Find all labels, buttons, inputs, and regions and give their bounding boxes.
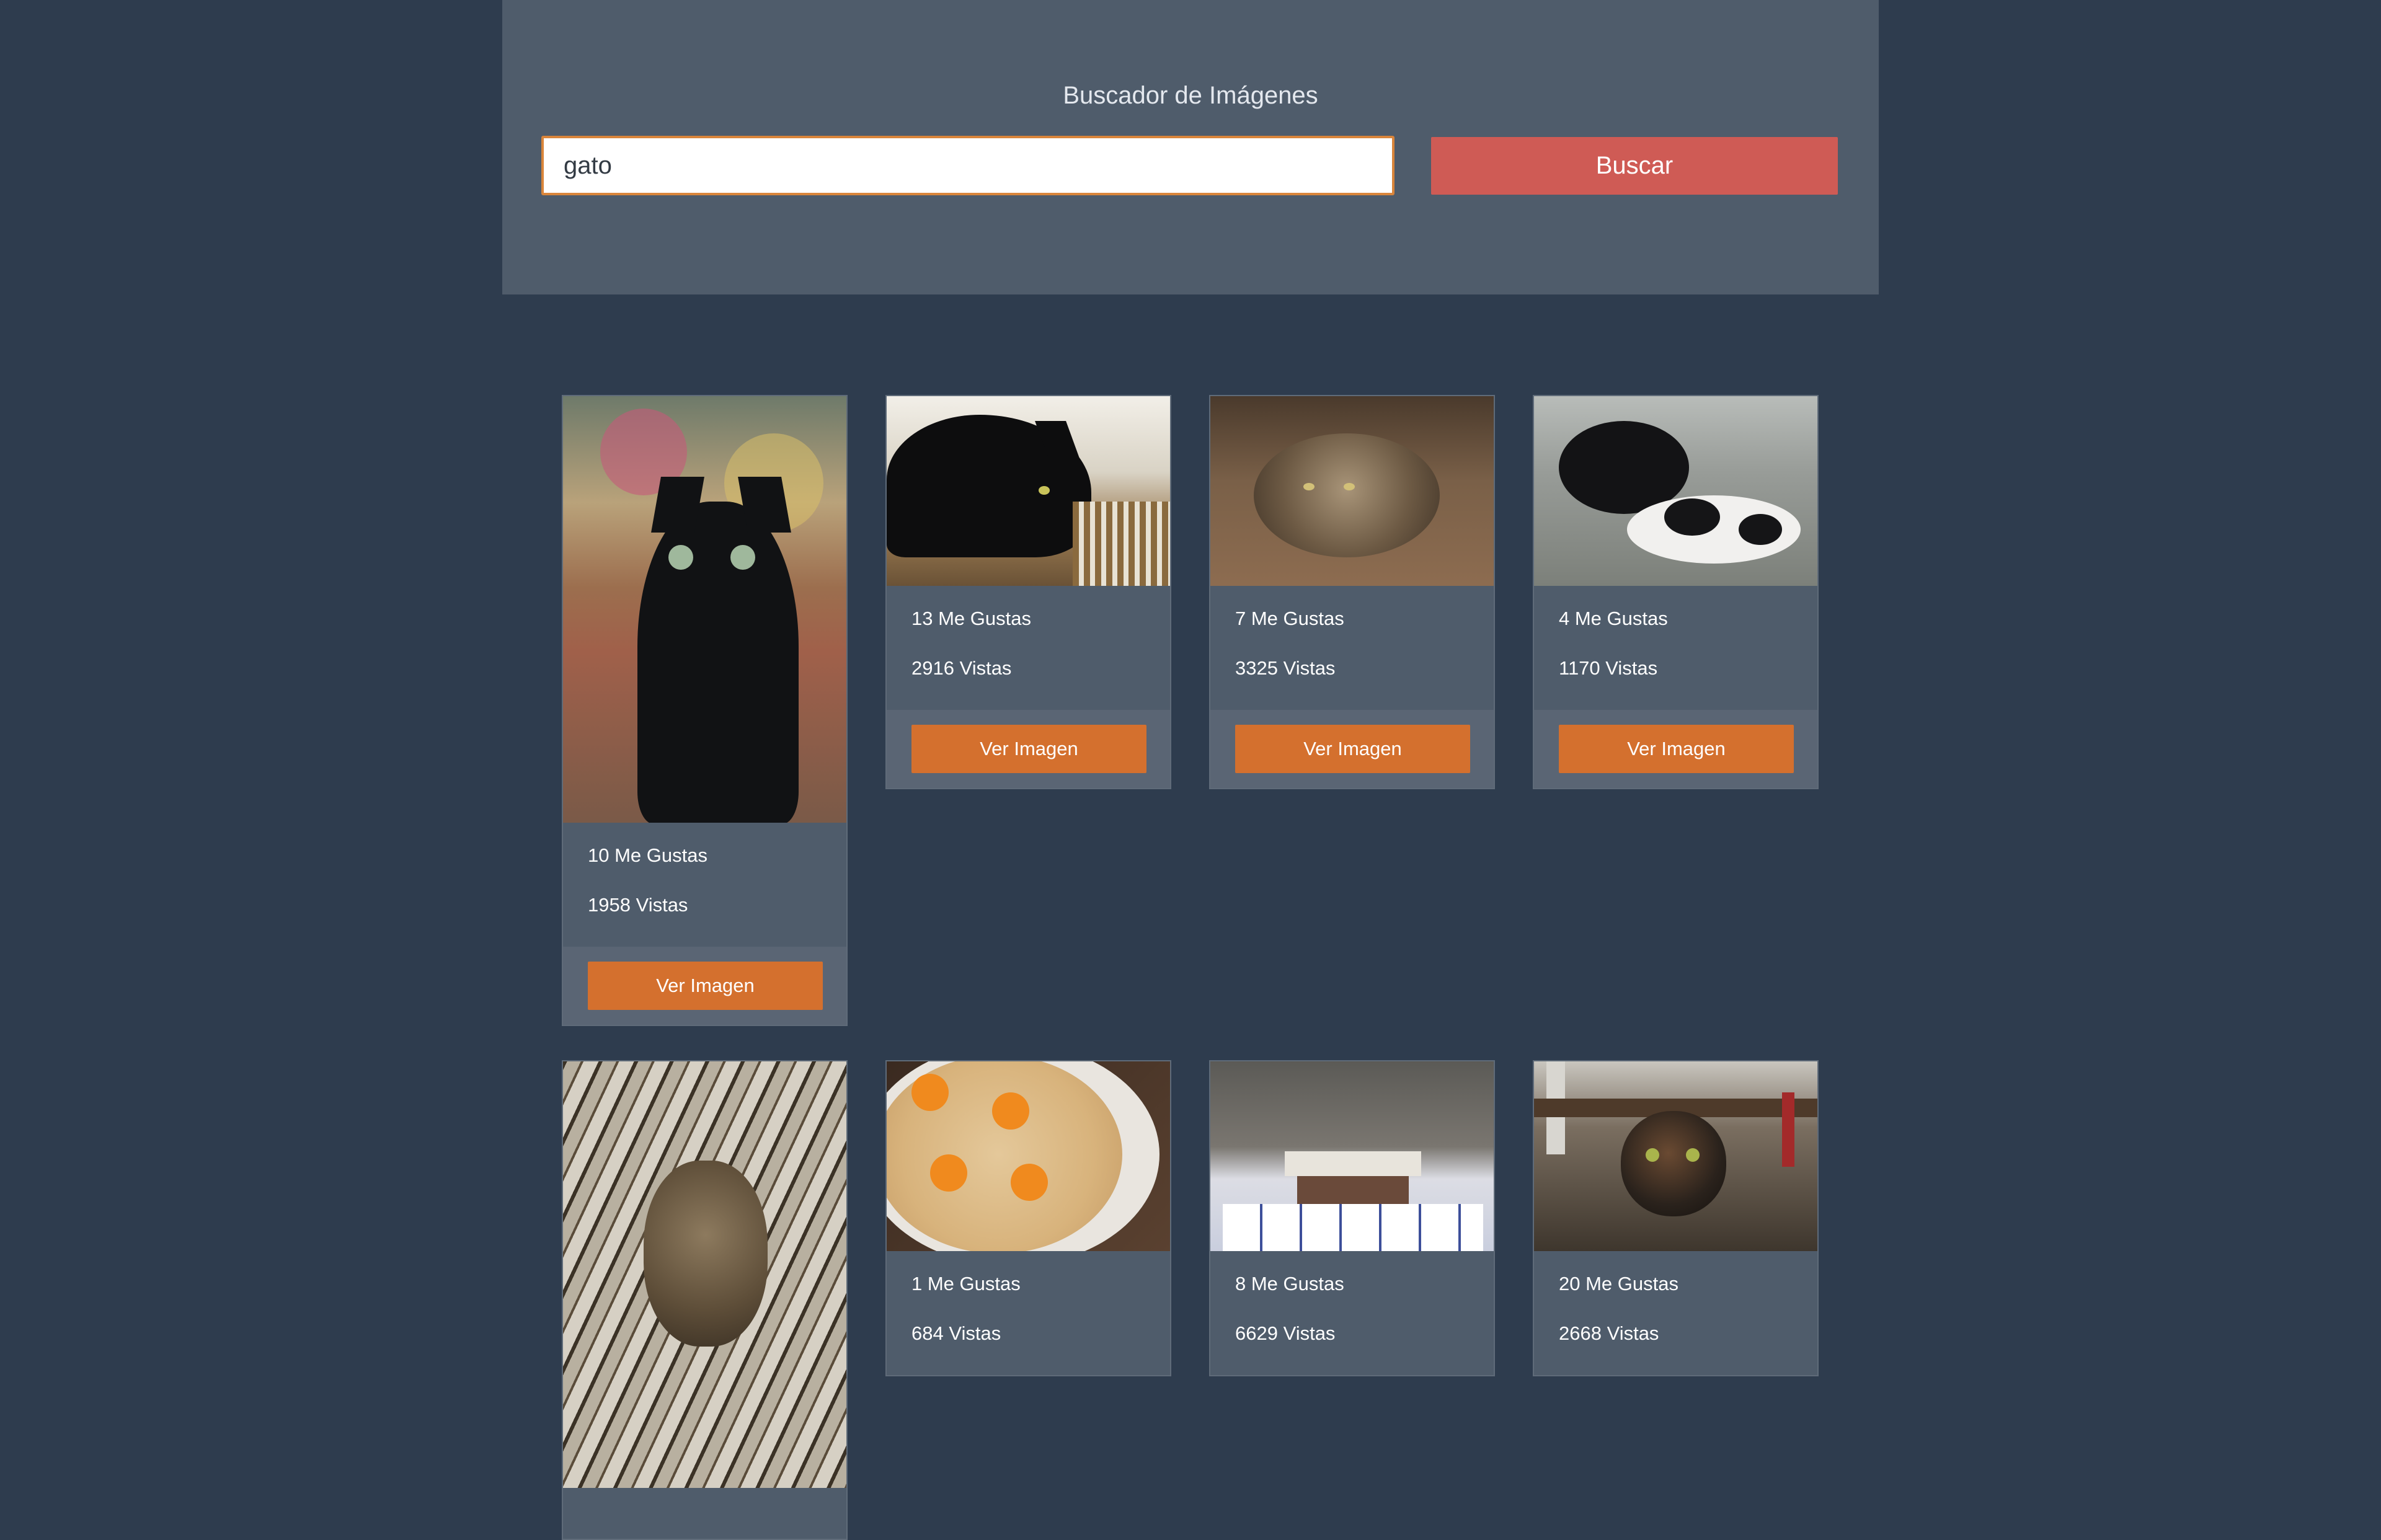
views-count: 6629 Vistas bbox=[1235, 1322, 1336, 1344]
views-count: 3325 Vistas bbox=[1235, 657, 1336, 679]
result-card: 7 Me Gustas 3325 Vistas Ver Imagen bbox=[1209, 395, 1495, 789]
cake-photo[interactable] bbox=[887, 1061, 1170, 1251]
card-footer: Ver Imagen bbox=[563, 947, 846, 1025]
result-card: 13 Me Gustas 2916 Vistas Ver Imagen bbox=[885, 395, 1171, 789]
likes-count: 8 Me Gustas bbox=[1235, 1273, 1344, 1294]
card-stats: 10 Me Gustas 1958 Vistas bbox=[563, 823, 846, 947]
view-image-button[interactable]: Ver Imagen bbox=[588, 962, 823, 1010]
likes-count: 13 Me Gustas bbox=[911, 608, 1031, 629]
kitten-photo[interactable] bbox=[1534, 1061, 1817, 1251]
cat-in-tree-photo[interactable] bbox=[563, 1061, 846, 1488]
page-title: Buscador de Imágenes bbox=[1063, 82, 1318, 109]
views-count: 684 Vistas bbox=[911, 1322, 1001, 1344]
tabby-cat-photo[interactable] bbox=[1210, 396, 1494, 586]
result-card: 4 Me Gustas 1170 Vistas Ver Imagen bbox=[1533, 395, 1819, 789]
view-image-button[interactable]: Ver Imagen bbox=[911, 725, 1146, 773]
card-stats: 1 Me Gustas 684 Vistas bbox=[887, 1251, 1170, 1375]
result-card: 1 Me Gustas 684 Vistas bbox=[885, 1060, 1171, 1376]
result-card: 20 Me Gustas 2668 Vistas bbox=[1533, 1060, 1819, 1376]
result-card bbox=[562, 1060, 848, 1540]
black-cat-photo[interactable] bbox=[563, 396, 846, 823]
search-button[interactable]: Buscar bbox=[1431, 137, 1838, 195]
card-stats: 7 Me Gustas 3325 Vistas bbox=[1210, 586, 1494, 710]
likes-count: 7 Me Gustas bbox=[1235, 608, 1344, 629]
card-stats: 8 Me Gustas 6629 Vistas bbox=[1210, 1251, 1494, 1375]
card-stats: 4 Me Gustas 1170 Vistas bbox=[1534, 586, 1817, 710]
card-footer: Ver Imagen bbox=[1534, 710, 1817, 788]
view-image-button[interactable]: Ver Imagen bbox=[1235, 725, 1470, 773]
views-count: 2668 Vistas bbox=[1559, 1322, 1659, 1344]
views-count: 2916 Vistas bbox=[911, 657, 1012, 679]
search-input[interactable] bbox=[541, 136, 1394, 195]
result-card: 10 Me Gustas 1958 Vistas Ver Imagen bbox=[562, 395, 848, 1026]
likes-count: 10 Me Gustas bbox=[588, 844, 707, 866]
table-photo[interactable] bbox=[1210, 1061, 1494, 1251]
likes-count: 20 Me Gustas bbox=[1559, 1273, 1678, 1294]
two-cats-photo[interactable] bbox=[1534, 396, 1817, 586]
card-stats bbox=[563, 1488, 846, 1539]
card-stats: 13 Me Gustas 2916 Vistas bbox=[887, 586, 1170, 710]
card-stats: 20 Me Gustas 2668 Vistas bbox=[1534, 1251, 1817, 1375]
views-count: 1958 Vistas bbox=[588, 894, 688, 916]
black-cat-photo[interactable] bbox=[887, 396, 1170, 586]
search-header: Buscador de Imágenes Buscar bbox=[502, 0, 1879, 294]
card-footer: Ver Imagen bbox=[1210, 710, 1494, 788]
result-card: 8 Me Gustas 6629 Vistas bbox=[1209, 1060, 1495, 1376]
likes-count: 4 Me Gustas bbox=[1559, 608, 1668, 629]
view-image-button[interactable]: Ver Imagen bbox=[1559, 725, 1794, 773]
likes-count: 1 Me Gustas bbox=[911, 1273, 1021, 1294]
views-count: 1170 Vistas bbox=[1559, 657, 1658, 679]
card-footer: Ver Imagen bbox=[887, 710, 1170, 788]
